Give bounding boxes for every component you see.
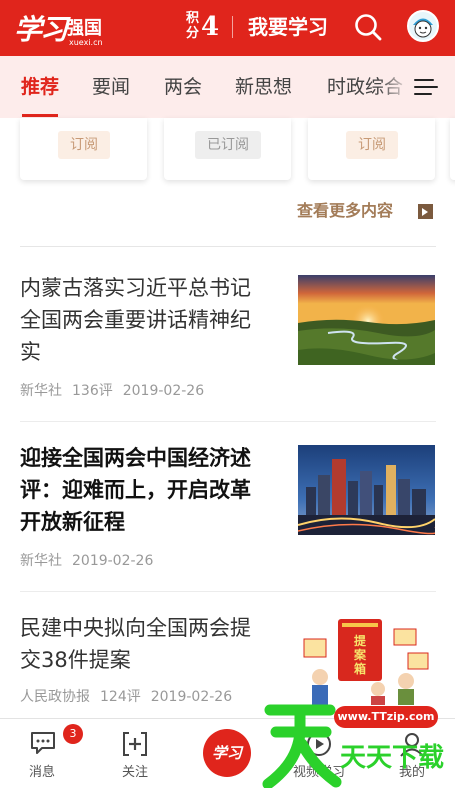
header-divider: [232, 16, 233, 38]
view-more-link[interactable]: 查看更多内容: [297, 200, 393, 222]
list-item[interactable]: 内蒙古落实习近平总书记全国两会重要讲话精神纪实 新华社 136评 2019-02-2…: [0, 270, 455, 420]
subscribe-button[interactable]: 订阅: [58, 131, 110, 159]
subscription-card: 订阅: [308, 118, 435, 180]
subscribed-button[interactable]: 已订阅: [195, 131, 261, 159]
tab-recommend[interactable]: 推荐: [21, 75, 59, 99]
logo-main-text: 学习: [14, 13, 68, 46]
subscription-card: 订阅: [20, 118, 147, 180]
logo-sub-text: 强国: [66, 18, 102, 39]
article-meta: 新华社 136评 2019-02-26: [20, 380, 214, 400]
message-icon: [31, 732, 55, 754]
article-meta: 人民政协报 124评 2019-02-26: [20, 686, 242, 706]
article-meta: 新华社 2019-02-26: [20, 550, 163, 570]
subscription-card-partial: [450, 118, 455, 180]
tab-two-sessions[interactable]: 两会: [164, 75, 202, 99]
points-label: 积分: [186, 11, 200, 41]
follow-icon: [123, 732, 147, 756]
article-source: 新华社: [20, 383, 62, 399]
proposal-box-char: 案: [353, 647, 367, 662]
search-icon[interactable]: [353, 12, 383, 42]
watermark-url: www.TTzip.com: [334, 706, 438, 728]
chevron-right-icon[interactable]: [418, 204, 433, 219]
watermark-text: 天天下载: [340, 743, 444, 773]
avatar-icon[interactable]: [407, 10, 439, 42]
subscription-card: 已订阅: [164, 118, 291, 180]
points-value[interactable]: 4: [201, 10, 219, 44]
article-title[interactable]: 迎接全国两会中国经济述评：迎难而上，开启改革开放新征程: [20, 442, 270, 538]
nav-messages-label: 消息: [28, 765, 55, 780]
nav-follow-label: 关注: [121, 765, 148, 780]
study-button[interactable]: 我要学习: [248, 12, 328, 42]
section-divider: [20, 246, 436, 247]
menu-icon[interactable]: [414, 77, 438, 97]
article-date: 2019-02-26: [122, 383, 205, 399]
article-thumbnail[interactable]: [298, 445, 435, 535]
xuexi-center-icon[interactable]: 学习: [203, 729, 251, 777]
nav-messages[interactable]: 3 消息: [7, 719, 83, 788]
app-header: 学习 强国 xuexi.cn 积分 4 我要学习: [0, 0, 455, 56]
article-comments: 136评: [72, 383, 113, 399]
list-item[interactable]: 迎接全国两会中国经济述评：迎难而上，开启改革开放新征程 新华社 2019-02-2…: [0, 440, 455, 590]
article-source: 新华社: [20, 553, 62, 569]
unread-badge: 3: [63, 724, 83, 744]
article-title[interactable]: 民建中央拟向全国两会提交38件提案: [20, 612, 270, 676]
subscribe-button[interactable]: 订阅: [346, 131, 398, 159]
article-thumbnail[interactable]: [298, 275, 435, 365]
article-comments: 124评: [100, 689, 141, 705]
article-date: 2019-02-26: [150, 689, 233, 705]
logo-url-text: xuexi.cn: [69, 38, 103, 47]
row-divider: [20, 421, 436, 422]
tab-news[interactable]: 要闻: [92, 75, 130, 99]
nav-follow[interactable]: 关注: [100, 719, 170, 788]
tabs-fade: [380, 56, 410, 118]
tab-new-thought[interactable]: 新思想: [235, 75, 292, 99]
active-tab-indicator: [22, 114, 58, 117]
row-divider: [20, 591, 436, 592]
article-source: 人民政协报: [20, 689, 90, 705]
proposal-box-char: 提: [354, 633, 367, 648]
nav-center-label: 学习: [211, 744, 242, 762]
article-date: 2019-02-26: [72, 553, 154, 569]
article-title[interactable]: 内蒙古落实习近平总书记全国两会重要讲话精神纪实: [20, 272, 270, 368]
proposal-box-char: 箱: [354, 661, 366, 676]
app-logo[interactable]: 学习 强国 xuexi.cn: [14, 8, 106, 48]
